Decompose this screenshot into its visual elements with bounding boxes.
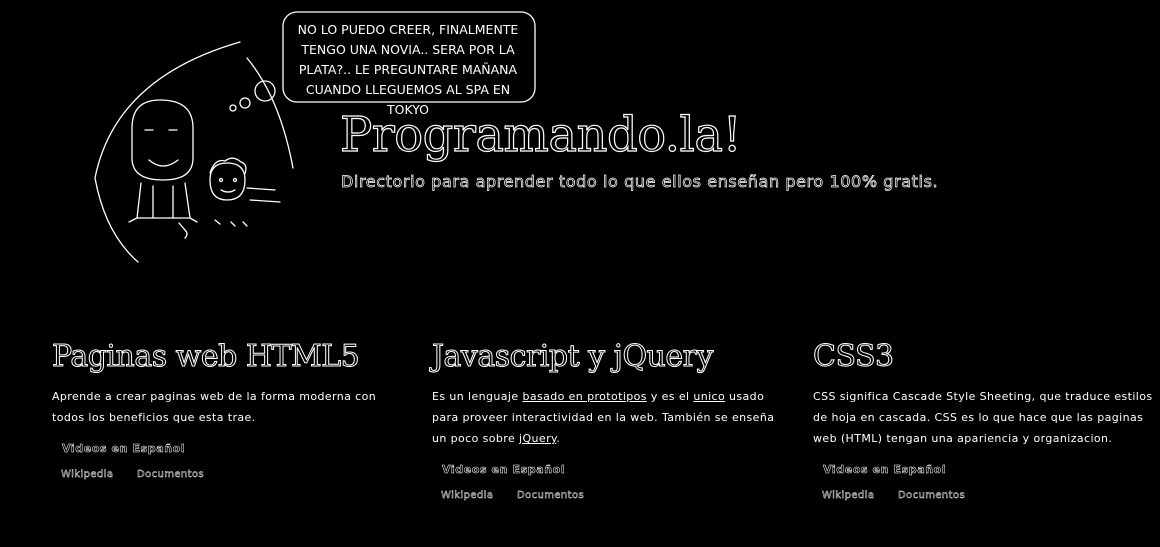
column-css3: CSS3 CSS significa Cascade Style Sheetin… [813,337,1160,502]
man-head [131,99,194,181]
documents-link[interactable]: Documentos [137,469,204,480]
column-description: Aprende a crear paginas web de la forma … [52,390,377,424]
column-javascript: Javascript y jQuery Es un lenguaje basad… [432,337,782,502]
wikipedia-link[interactable]: Wikipedia [441,490,493,501]
prototypes-link[interactable]: basado en prototipos [522,390,647,403]
bubble-line: TENGO UNA NOVIA.. SERA POR LA [301,42,515,57]
girl-head [209,162,246,201]
unico-link[interactable]: unico [693,390,725,403]
column-heading: Paginas web HTML5 [52,339,361,375]
wikipedia-link[interactable]: Wikipedia [61,469,113,480]
documents-link[interactable]: Documentos [898,490,965,501]
reference-links: Wikipedia Documentos [61,469,402,480]
desc-text: . [556,432,561,445]
column-heading: CSS3 [813,339,895,375]
column-description: Es un lenguaje basado en prototipos y es… [432,386,782,449]
site-tagline: Directorio para aprender todo lo que ell… [341,172,939,192]
speech-bubble-text: NO LO PUEDO CREER, FINALMENTE TENGO UNA … [283,14,533,117]
reference-links: Wikipedia Documentos [822,490,1160,501]
videos-link[interactable]: Videos en Español [62,442,185,456]
videos-link[interactable]: Videos en Español [823,463,946,477]
desc-text: y es el [646,390,694,403]
column-description: CSS significa Cascade Style Sheeting, qu… [813,390,1153,445]
site-title: Programando.la! [339,106,742,163]
wikipedia-link[interactable]: Wikipedia [822,490,874,501]
arc-line [94,41,241,263]
column-heading: Javascript y jQuery [432,339,714,375]
bubble-line: PLATA?.. LE PREGUNTARE MAÑANA [298,62,518,77]
page: NO LO PUEDO CREER, FINALMENTE TENGO UNA … [0,0,1160,547]
documents-link[interactable]: Documentos [517,490,584,501]
bubble-line: NO LO PUEDO CREER, FINALMENTE [297,22,519,37]
videos-link[interactable]: Videos en Español [442,463,565,477]
desc-text: Es un lenguaje [432,390,523,403]
column-html5: Paginas web HTML5 Aprende a crear pagina… [52,337,402,481]
reference-links: Wikipedia Documentos [441,490,782,501]
jquery-link[interactable]: jQuery [519,432,556,445]
